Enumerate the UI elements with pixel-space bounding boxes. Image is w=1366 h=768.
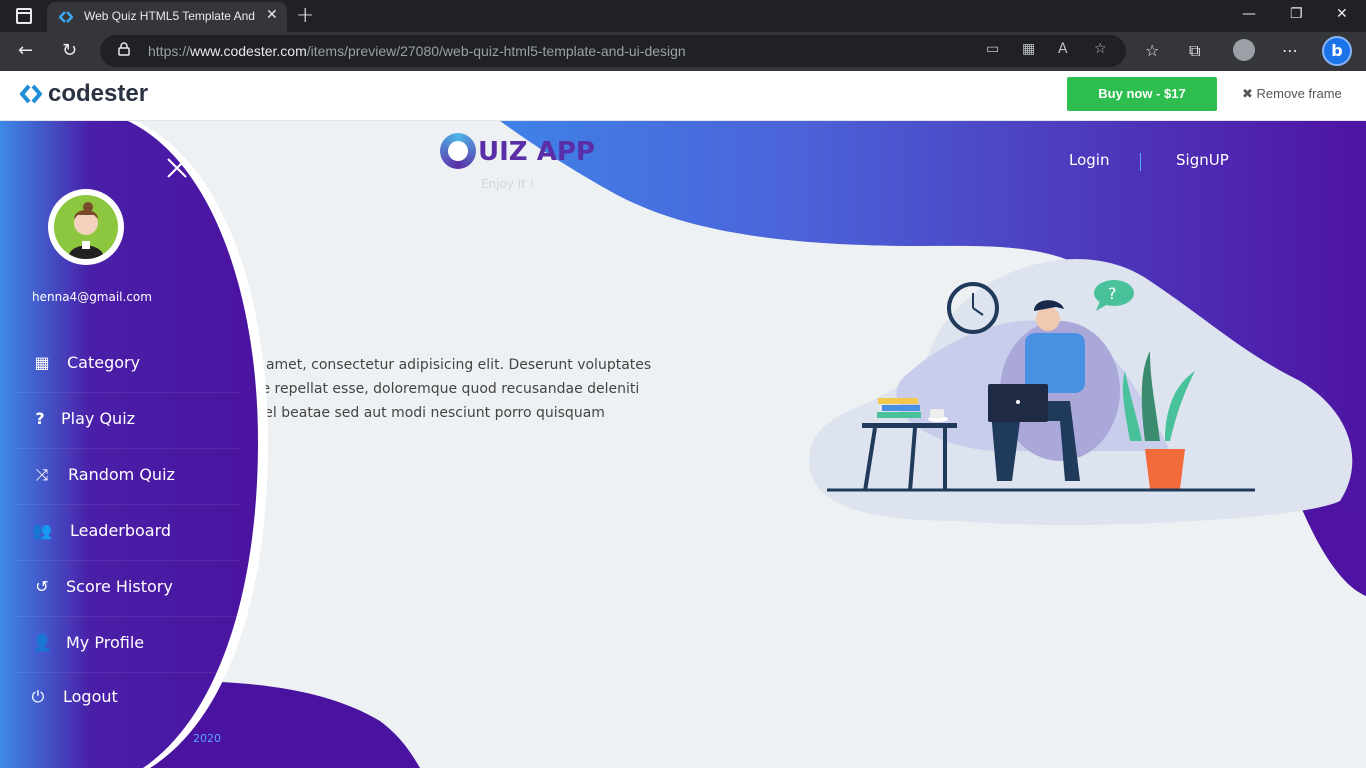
restore-icon[interactable]: ❐ bbox=[1290, 6, 1303, 22]
quiz-logo-text: UIZ APP bbox=[478, 137, 595, 167]
reload-icon[interactable]: ↻ bbox=[62, 40, 77, 61]
power-icon: ⏻ bbox=[31, 687, 45, 706]
new-tab-icon[interactable]: + bbox=[296, 3, 314, 28]
copyright-text: 2020 bbox=[193, 732, 221, 745]
tab-actions-icon[interactable] bbox=[16, 8, 32, 24]
quiz-tagline: Enjoy it ! bbox=[481, 177, 535, 191]
url-text: https://www.codester.com/items/preview/2… bbox=[148, 43, 686, 59]
tab-title: Web Quiz HTML5 Template And UI bbox=[84, 9, 259, 23]
shuffle-icon: ⤨ bbox=[35, 465, 49, 484]
avatar-person-icon bbox=[68, 202, 104, 259]
question-icon: ? bbox=[35, 409, 45, 428]
tab-close-icon[interactable]: ✕ bbox=[266, 7, 278, 23]
sidebar-item-logout[interactable]: ⏻ Logout bbox=[14, 671, 240, 727]
profile-avatar-icon[interactable] bbox=[1233, 39, 1255, 61]
address-bar[interactable]: https://www.codester.com/items/preview/2… bbox=[100, 35, 1126, 67]
sidebar-item-my-profile[interactable]: 👤 My Profile bbox=[14, 617, 240, 673]
hero-text: t amet, consectetur adipisicing elit. De… bbox=[256, 357, 652, 421]
sidebar-item-label: Category bbox=[67, 353, 141, 372]
sidebar-item-random-quiz[interactable]: ⤨ Random Quiz bbox=[14, 449, 240, 505]
sidebar-item-score-history[interactable]: ↺ Score History bbox=[14, 561, 240, 617]
sidebar-item-label: Leaderboard bbox=[70, 521, 172, 540]
grid-icon: ▦ bbox=[34, 353, 50, 372]
read-aloud-icon[interactable]: A bbox=[1058, 41, 1068, 57]
user-icon: 👤 bbox=[32, 633, 52, 652]
sidebar-item-label: Logout bbox=[63, 687, 118, 706]
sidebar-item-category[interactable]: ▦ Category bbox=[14, 337, 240, 393]
bing-icon[interactable]: b bbox=[1322, 36, 1352, 66]
browser-toolbar: ← ↻ https://www.codester.com/items/previ… bbox=[0, 32, 1366, 71]
favorites-icon[interactable]: ☆ bbox=[1145, 41, 1159, 60]
quiz-logo-icon bbox=[440, 133, 476, 169]
browser-tabbar: Web Quiz HTML5 Template And UI ✕ + — ❐ ✕ bbox=[0, 0, 1366, 32]
history-icon: ↺ bbox=[35, 577, 49, 596]
minimize-icon[interactable]: — bbox=[1242, 6, 1256, 22]
lock-icon[interactable] bbox=[118, 42, 130, 56]
remove-frame-link[interactable]: ✖ Remove frame bbox=[1242, 86, 1342, 102]
close-menu-icon[interactable] bbox=[165, 156, 189, 180]
browser-tab[interactable]: Web Quiz HTML5 Template And UI ✕ bbox=[47, 2, 287, 32]
user-avatar[interactable] bbox=[48, 189, 124, 265]
codester-frame-bar: codester Buy now - $17 ✖ Remove frame bbox=[0, 71, 1366, 121]
nav-separator bbox=[1140, 153, 1141, 171]
person-laptop-illustration: ? bbox=[827, 280, 1255, 492]
close-window-icon[interactable]: ✕ bbox=[1336, 6, 1348, 22]
sidebar-item-leaderboard[interactable]: 👥 Leaderboard bbox=[14, 505, 240, 561]
qr-icon[interactable]: ▦ bbox=[1022, 41, 1035, 57]
quiz-page: UIZ APP Enjoy it ! Login SignUP t amet, … bbox=[0, 121, 1366, 768]
app-available-icon[interactable]: ▭ bbox=[986, 41, 999, 57]
sidebar-item-label: My Profile bbox=[66, 633, 145, 652]
more-menu-icon[interactable]: ⋯ bbox=[1282, 41, 1298, 60]
user-email: henna4@gmail.com bbox=[32, 290, 152, 304]
login-link[interactable]: Login bbox=[1069, 151, 1109, 169]
codester-favicon-icon bbox=[59, 11, 73, 23]
sidebar-item-label: Play Quiz bbox=[61, 409, 136, 428]
back-icon[interactable]: ← bbox=[18, 40, 33, 61]
users-icon: 👥 bbox=[32, 521, 52, 540]
collections-icon[interactable]: ⧉ bbox=[1189, 41, 1200, 61]
buy-now-button[interactable]: Buy now - $17 bbox=[1067, 77, 1217, 111]
codester-logo-icon[interactable] bbox=[20, 83, 42, 105]
svg-text:?: ? bbox=[1108, 284, 1117, 303]
add-favorite-icon[interactable]: ☆ bbox=[1094, 41, 1107, 57]
sidebar-item-label: Random Quiz bbox=[68, 465, 175, 484]
sidebar-item-label: Score History bbox=[66, 577, 173, 596]
sidebar-item-play-quiz[interactable]: ? Play Quiz bbox=[14, 393, 240, 449]
codester-brand[interactable]: codester bbox=[48, 80, 148, 108]
signup-link[interactable]: SignUP bbox=[1176, 151, 1229, 169]
